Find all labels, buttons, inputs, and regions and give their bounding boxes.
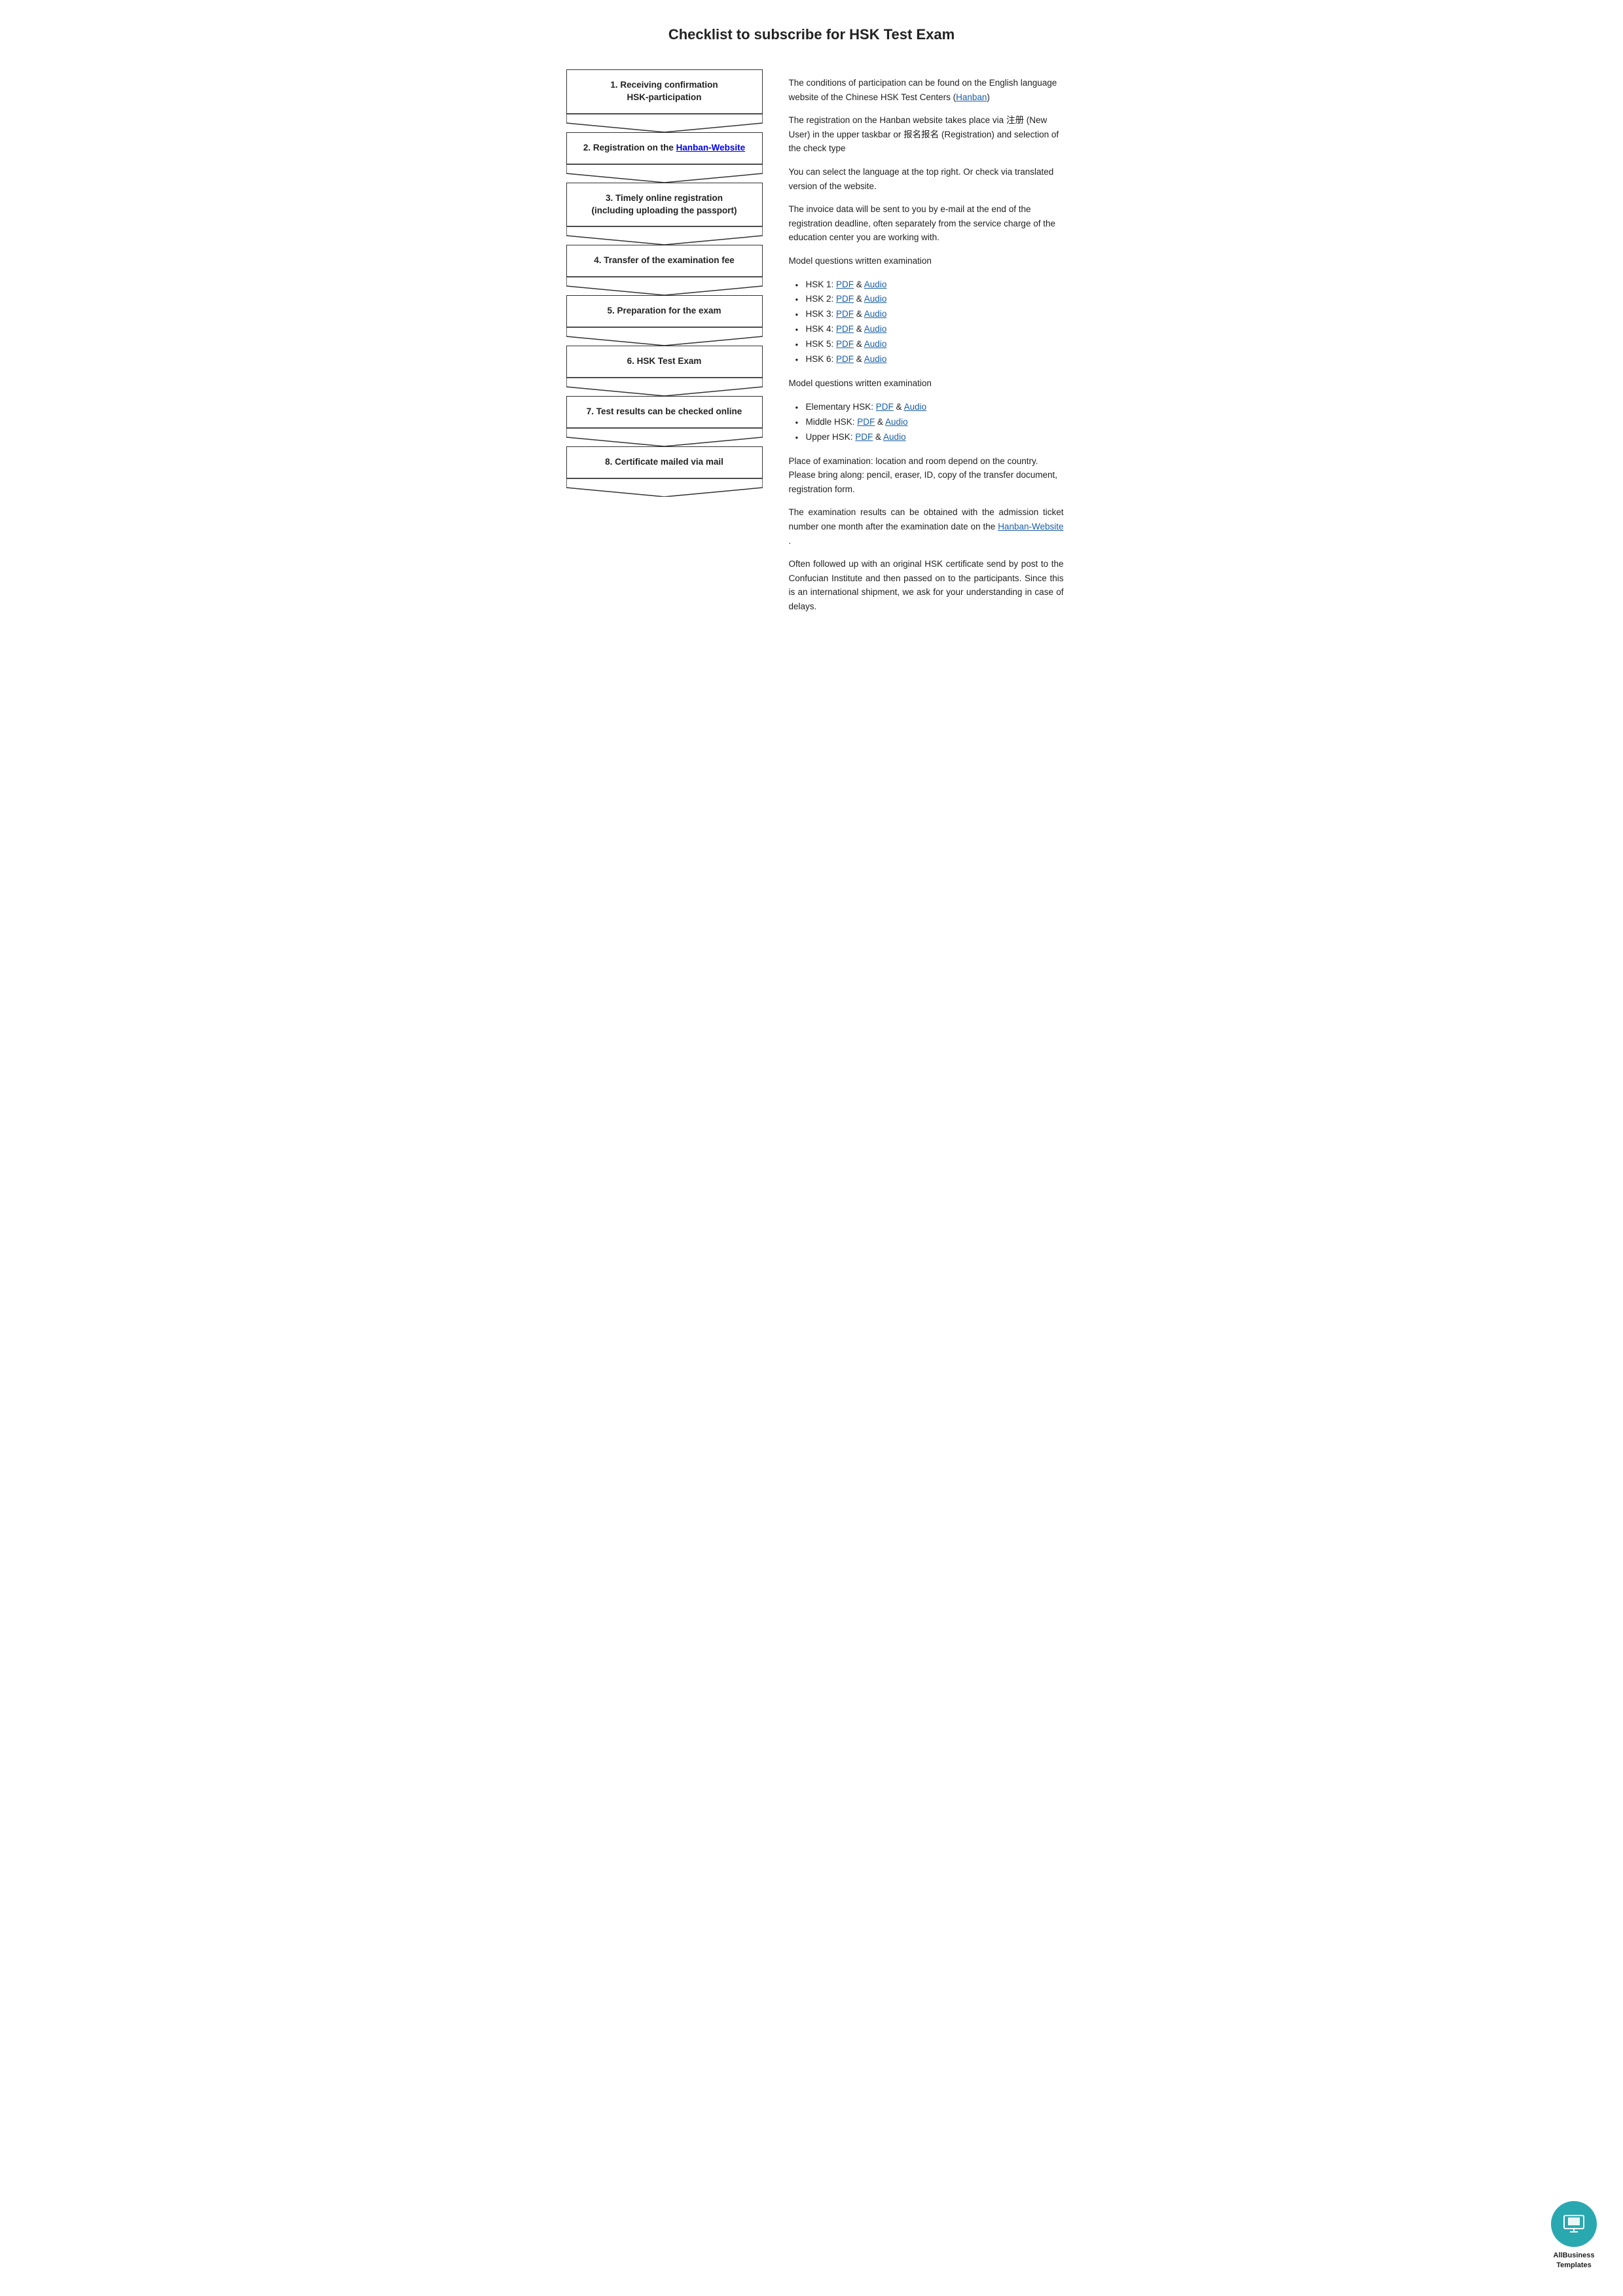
para-2: The registration on the Hanban website t… xyxy=(789,113,1064,156)
list-item: Elementary HSK: PDF & Audio xyxy=(795,400,1064,415)
middle-hsk-audio-link[interactable]: Audio xyxy=(885,417,908,427)
list-item: Upper HSK: PDF & Audio xyxy=(795,430,1064,445)
hsk2-label: HSK 2: xyxy=(806,294,837,304)
step-4-box: 4. Transfer of the examination fee xyxy=(566,245,763,277)
step-5-label: 5. Preparation for the exam xyxy=(607,306,721,315)
hsk3-label: HSK 3: xyxy=(806,309,837,319)
step-3-label: 3. Timely online registration(including … xyxy=(592,193,737,215)
step-8-label: 8. Certificate mailed via mail xyxy=(605,457,723,467)
step-4-label: 4. Transfer of the examination fee xyxy=(594,255,735,265)
step-4-chevron xyxy=(566,277,763,295)
hsk4-label: HSK 4: xyxy=(806,324,837,334)
para-4: The invoice data will be sent to you by … xyxy=(789,202,1064,245)
list-item: Middle HSK: PDF & Audio xyxy=(795,415,1064,430)
step-7-chevron xyxy=(566,428,763,446)
hanban-website-link[interactable]: Hanban-Website xyxy=(676,143,746,152)
hsk6-label: HSK 6: xyxy=(806,354,837,364)
logo-area: AllBusiness Templates xyxy=(1551,2201,1597,2270)
logo-line-1: AllBusiness xyxy=(1554,2251,1595,2260)
hsk1-label: HSK 1: xyxy=(806,279,837,289)
step-1-chevron xyxy=(566,114,763,132)
upper-hsk-label: Upper HSK: xyxy=(806,432,856,442)
step-7-box: 7. Test results can be checked online xyxy=(566,396,763,428)
logo-text: AllBusiness Templates xyxy=(1554,2251,1595,2270)
step-5-wrapper: 5. Preparation for the exam xyxy=(566,295,763,346)
step-5-box: 5. Preparation for the exam xyxy=(566,295,763,327)
logo-circle xyxy=(1551,2201,1597,2247)
step-7-wrapper: 7. Test results can be checked online xyxy=(566,396,763,446)
hsk1-pdf-link[interactable]: PDF xyxy=(836,279,854,289)
hsk3-pdf-link[interactable]: PDF xyxy=(836,309,854,319)
para-1: The conditions of participation can be f… xyxy=(789,76,1064,104)
elem-hsk-pdf-link[interactable]: PDF xyxy=(876,402,894,412)
step-2-chevron xyxy=(566,164,763,183)
step-8-wrapper: 8. Certificate mailed via mail xyxy=(566,446,763,497)
step-2-wrapper: 2. Registration on the Hanban-Website xyxy=(566,132,763,183)
step-1-box: 1. Receiving confirmationHSK-participati… xyxy=(566,69,763,114)
step-7-label: 7. Test results can be checked online xyxy=(587,406,742,416)
step-5-chevron xyxy=(566,327,763,346)
step-3-wrapper: 3. Timely online registration(including … xyxy=(566,183,763,245)
hsk6-pdf-link[interactable]: PDF xyxy=(836,354,854,364)
step-1-label: 1. Receiving confirmationHSK-participati… xyxy=(610,80,718,102)
step-6-chevron xyxy=(566,378,763,396)
right-column: The conditions of participation can be f… xyxy=(789,69,1064,623)
hsk5-pdf-link[interactable]: PDF xyxy=(836,339,854,349)
para-3: You can select the language at the top r… xyxy=(789,165,1064,193)
upper-hsk-audio-link[interactable]: Audio xyxy=(883,432,906,442)
para-6: The examination results can be obtained … xyxy=(789,505,1064,548)
list-item: HSK 6: PDF & Audio xyxy=(795,352,1064,367)
list-item: HSK 2: PDF & Audio xyxy=(795,292,1064,307)
list-item: HSK 3: PDF & Audio xyxy=(795,307,1064,322)
logo-line-2: Templates xyxy=(1554,2261,1595,2270)
section-2-label: Model questions written examination xyxy=(789,376,1064,391)
elem-hsk-label: Elementary HSK: xyxy=(806,402,876,412)
hsk4-pdf-link[interactable]: PDF xyxy=(836,324,854,334)
step-8-chevron xyxy=(566,478,763,497)
list-item: HSK 4: PDF & Audio xyxy=(795,322,1064,337)
middle-hsk-pdf-link[interactable]: PDF xyxy=(857,417,875,427)
step-6-wrapper: 6. HSK Test Exam xyxy=(566,346,763,396)
para-1-end: ) xyxy=(987,92,990,102)
hsk2-audio-link[interactable]: Audio xyxy=(864,294,887,304)
elem-hsk-audio-link[interactable]: Audio xyxy=(904,402,927,412)
middle-hsk-label: Middle HSK: xyxy=(806,417,858,427)
para-1-text: The conditions of participation can be f… xyxy=(789,78,1057,102)
hsk6-audio-link[interactable]: Audio xyxy=(864,354,887,364)
upper-hsk-pdf-link[interactable]: PDF xyxy=(855,432,873,442)
list-item: HSK 5: PDF & Audio xyxy=(795,337,1064,352)
para-5: Place of examination: location and room … xyxy=(789,454,1064,497)
hsk5-audio-link[interactable]: Audio xyxy=(864,339,887,349)
hsk4-audio-link[interactable]: Audio xyxy=(864,324,887,334)
step-3-chevron xyxy=(566,226,763,245)
step-1-wrapper: 1. Receiving confirmationHSK-participati… xyxy=(566,69,763,132)
hsk2-pdf-link[interactable]: PDF xyxy=(836,294,854,304)
step-4-wrapper: 4. Transfer of the examination fee xyxy=(566,245,763,295)
logo-icon xyxy=(1561,2212,1586,2236)
para-7: Often followed up with an original HSK c… xyxy=(789,557,1064,613)
section-1-label: Model questions written examination xyxy=(789,254,1064,268)
hsk1-audio-link[interactable]: Audio xyxy=(864,279,887,289)
list-item: HSK 1: PDF & Audio xyxy=(795,278,1064,293)
step-2-label: 2. Registration on the Hanban-Website xyxy=(583,143,745,152)
hsk-list-1: HSK 1: PDF & Audio HSK 2: PDF & Audio HS… xyxy=(789,278,1064,368)
main-layout: 1. Receiving confirmationHSK-participati… xyxy=(560,69,1064,623)
hanban-website-link-2[interactable]: Hanban-Website xyxy=(998,522,1063,531)
hsk-list-2: Elementary HSK: PDF & Audio Middle HSK: … xyxy=(789,400,1064,445)
step-3-box: 3. Timely online registration(including … xyxy=(566,183,763,227)
left-column: 1. Receiving confirmationHSK-participati… xyxy=(560,69,769,623)
hsk5-label: HSK 5: xyxy=(806,339,837,349)
step-6-box: 6. HSK Test Exam xyxy=(566,346,763,378)
step-8-box: 8. Certificate mailed via mail xyxy=(566,446,763,478)
step-2-box: 2. Registration on the Hanban-Website xyxy=(566,132,763,164)
hanban-link[interactable]: Hanban xyxy=(956,92,987,102)
hsk3-audio-link[interactable]: Audio xyxy=(864,309,887,319)
page-title: Checklist to subscribe for HSK Test Exam xyxy=(560,26,1064,43)
step-6-label: 6. HSK Test Exam xyxy=(627,356,702,366)
